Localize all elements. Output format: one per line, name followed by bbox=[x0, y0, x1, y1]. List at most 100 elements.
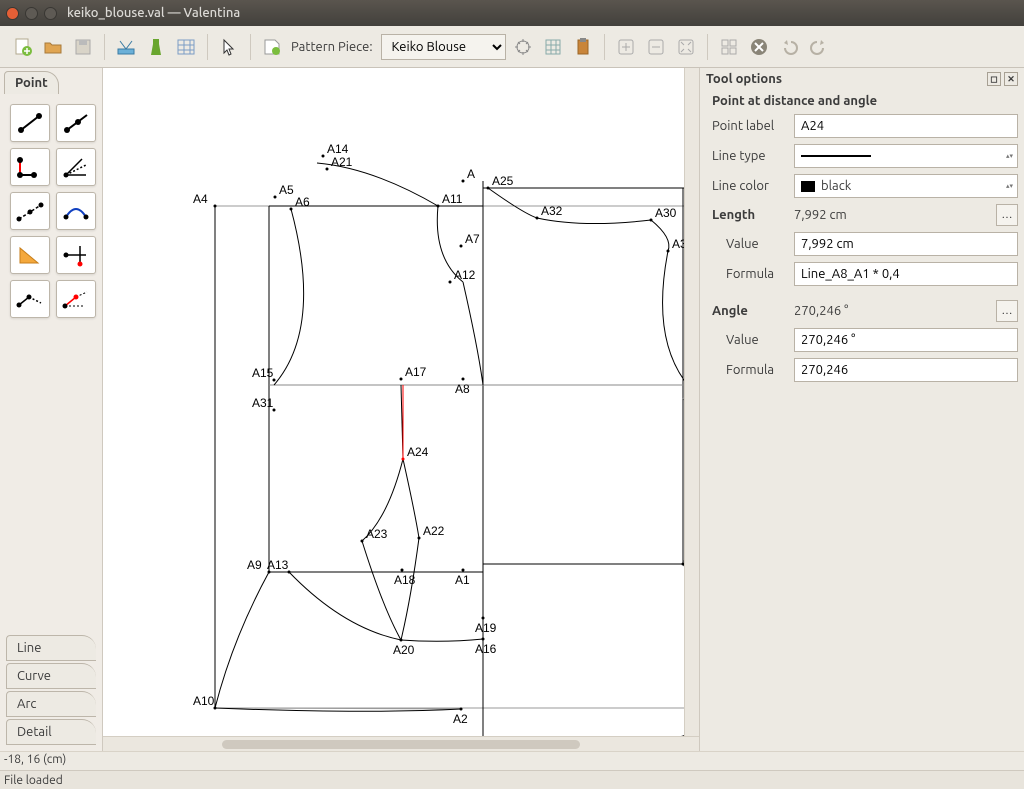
angle-formula-input[interactable] bbox=[794, 358, 1018, 382]
vertical-scrollbar[interactable] bbox=[684, 68, 699, 736]
svg-text:A1: A1 bbox=[455, 573, 470, 587]
svg-text:A11: A11 bbox=[442, 192, 463, 206]
section-header: Point at distance and angle bbox=[712, 94, 1018, 108]
window-titlebar: keiko_blouse.val — Valentina bbox=[0, 0, 1024, 26]
tool-cut-arc[interactable] bbox=[56, 280, 96, 318]
line-type-label: Line type bbox=[712, 149, 786, 163]
curve-tab[interactable]: Curve bbox=[6, 663, 96, 689]
svg-text:A16: A16 bbox=[475, 642, 497, 656]
canvas-area: AA4A5A14A21A6A11A25A29A26A32A30A7A35A12A… bbox=[102, 68, 700, 751]
window-minimize-button[interactable] bbox=[25, 7, 38, 20]
tool-along-line[interactable] bbox=[56, 104, 96, 142]
angle-value-input[interactable] bbox=[794, 328, 1018, 352]
svg-text:A13: A13 bbox=[267, 558, 289, 572]
tool-segment[interactable] bbox=[10, 104, 50, 142]
point-label-input[interactable] bbox=[794, 114, 1018, 138]
left-toolbox: Point Line Curve Arc Detail bbox=[0, 68, 102, 751]
zoom-fit-icon[interactable] bbox=[673, 34, 699, 60]
clipboard-icon[interactable] bbox=[570, 34, 596, 60]
svg-text:A31: A31 bbox=[252, 396, 274, 410]
svg-text:A18: A18 bbox=[394, 573, 416, 587]
svg-text:A25: A25 bbox=[492, 174, 514, 188]
line-color-select[interactable]: black▴▾ bbox=[794, 174, 1018, 198]
svg-text:A15: A15 bbox=[252, 366, 274, 380]
tool-point-intersection[interactable] bbox=[56, 236, 96, 274]
length-formula-label: Formula bbox=[712, 267, 786, 281]
main-toolbar: Pattern Piece: Keiko Blouse bbox=[0, 26, 1024, 68]
configure-icon[interactable] bbox=[510, 34, 536, 60]
new-file-icon[interactable] bbox=[10, 34, 36, 60]
svg-text:A32: A32 bbox=[541, 204, 563, 218]
zoom-out-icon[interactable] bbox=[643, 34, 669, 60]
tool-cut-spline[interactable] bbox=[10, 280, 50, 318]
redo-icon[interactable] bbox=[806, 34, 832, 60]
tool-triangle[interactable] bbox=[10, 236, 50, 274]
length-value-label: Value bbox=[712, 237, 786, 251]
undo-icon[interactable] bbox=[776, 34, 802, 60]
svg-text:A7: A7 bbox=[465, 232, 480, 246]
svg-text:A30: A30 bbox=[655, 206, 677, 220]
measurements-icon[interactable] bbox=[113, 34, 139, 60]
zoom-in-icon[interactable] bbox=[613, 34, 639, 60]
svg-text:A24: A24 bbox=[407, 445, 429, 459]
horizontal-scrollbar[interactable] bbox=[103, 736, 699, 751]
window-title: keiko_blouse.val — Valentina bbox=[67, 6, 1018, 20]
history-icon[interactable] bbox=[716, 34, 742, 60]
svg-text:A14: A14 bbox=[327, 142, 349, 156]
svg-text:A9: A9 bbox=[247, 558, 262, 572]
tool-bisector[interactable] bbox=[56, 148, 96, 186]
pattern-piece-icon[interactable] bbox=[259, 34, 285, 60]
pointer-icon[interactable] bbox=[216, 34, 242, 60]
window-close-button[interactable] bbox=[6, 7, 19, 20]
svg-text:A: A bbox=[467, 167, 475, 181]
tool-shoulder[interactable] bbox=[10, 192, 50, 230]
line-tab[interactable]: Line bbox=[6, 635, 96, 661]
drawing-canvas[interactable]: AA4A5A14A21A6A11A25A29A26A32A30A7A35A12A… bbox=[103, 68, 699, 736]
length-expand-button[interactable]: … bbox=[996, 204, 1018, 226]
svg-text:A12: A12 bbox=[454, 268, 476, 282]
length-value-input[interactable] bbox=[794, 232, 1018, 256]
tool-point-of-contact[interactable] bbox=[56, 192, 96, 230]
tool-normal[interactable] bbox=[10, 148, 50, 186]
point-label-label: Point label bbox=[712, 119, 786, 133]
svg-text:A23: A23 bbox=[366, 527, 388, 541]
table-icon[interactable] bbox=[173, 34, 199, 60]
window-maximize-button[interactable] bbox=[44, 7, 57, 20]
svg-text:A22: A22 bbox=[423, 524, 445, 538]
detail-tab[interactable]: Detail bbox=[6, 719, 96, 745]
save-file-icon[interactable] bbox=[70, 34, 96, 60]
stop-icon[interactable] bbox=[746, 34, 772, 60]
length-formula-input[interactable] bbox=[794, 262, 1018, 286]
open-file-icon[interactable] bbox=[40, 34, 66, 60]
svg-text:A35: A35 bbox=[672, 237, 684, 251]
length-label: Length bbox=[712, 208, 786, 222]
cursor-position: -18, 16 (cm) bbox=[0, 751, 1024, 770]
pattern-piece-label: Pattern Piece: bbox=[291, 40, 373, 54]
angle-label: Angle bbox=[712, 304, 786, 318]
body-icon[interactable] bbox=[143, 34, 169, 60]
angle-value: 270,246 ° bbox=[794, 304, 984, 318]
status-bar: File loaded bbox=[0, 770, 1024, 789]
angle-value-label: Value bbox=[712, 333, 786, 347]
panel-close-icon[interactable]: ✕ bbox=[1004, 72, 1018, 86]
svg-text:A2: A2 bbox=[453, 712, 468, 726]
panel-detach-icon[interactable]: ◻ bbox=[987, 72, 1001, 86]
grid-icon[interactable] bbox=[540, 34, 566, 60]
svg-text:A20: A20 bbox=[393, 643, 415, 657]
pattern-piece-select[interactable]: Keiko Blouse bbox=[381, 34, 506, 60]
tool-options-panel: Tool options ◻ ✕ Point at distance and a… bbox=[700, 68, 1024, 751]
svg-text:A21: A21 bbox=[331, 155, 353, 169]
point-tab[interactable]: Point bbox=[4, 71, 59, 94]
svg-text:A5: A5 bbox=[279, 183, 294, 197]
angle-formula-label: Formula bbox=[712, 363, 786, 377]
length-value: 7,992 cm bbox=[794, 208, 984, 222]
arc-tab[interactable]: Arc bbox=[6, 691, 96, 717]
angle-expand-button[interactable]: … bbox=[996, 300, 1018, 322]
line-type-select[interactable]: ▴▾ bbox=[794, 144, 1018, 168]
panel-title: Tool options bbox=[706, 72, 782, 86]
svg-text:A17: A17 bbox=[405, 365, 427, 379]
svg-text:A10: A10 bbox=[193, 694, 215, 708]
line-color-label: Line color bbox=[712, 179, 786, 193]
svg-text:A4: A4 bbox=[193, 192, 208, 206]
svg-text:A6: A6 bbox=[295, 195, 310, 209]
